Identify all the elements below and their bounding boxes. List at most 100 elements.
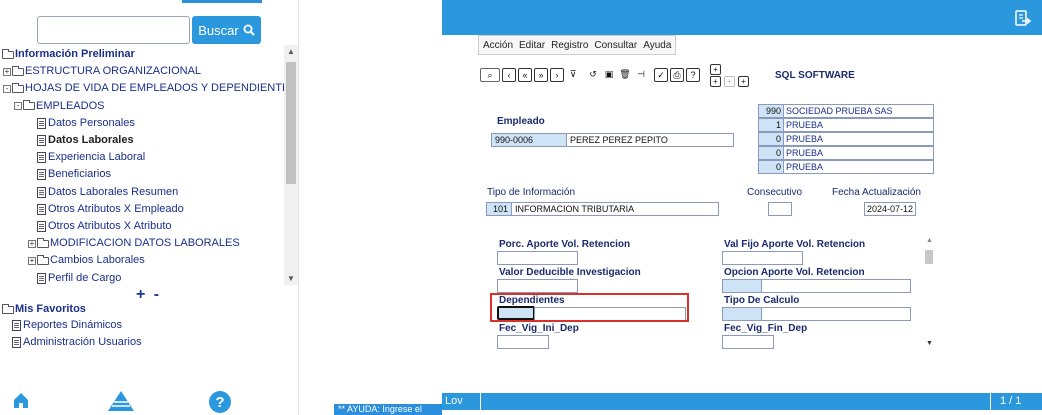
- fecha-field[interactable]: 2024-07-12: [864, 202, 916, 216]
- scroll-up-icon[interactable]: ▲: [287, 47, 295, 56]
- tree-item-label: Cambios Laborales: [50, 254, 145, 267]
- tree-item[interactable]: Información Preliminar: [2, 47, 135, 62]
- help-icon[interactable]: ?: [686, 68, 700, 82]
- help-status-bar: ** AYUDA: Ingrese el: [334, 404, 442, 415]
- expand-icon[interactable]: +: [28, 239, 36, 248]
- add-left-icon[interactable]: +: [710, 75, 721, 87]
- tipo-calculo-text-field[interactable]: [761, 307, 911, 321]
- document-icon: [37, 169, 46, 181]
- tree-scrollbar-thumb[interactable]: [286, 62, 296, 184]
- tree-item[interactable]: - EMPLEADOS: [14, 99, 104, 114]
- exit-record-icon[interactable]: ⊣: [634, 68, 648, 82]
- porc-aporte-field[interactable]: [497, 251, 578, 265]
- favorites-title[interactable]: Mis Favoritos: [2, 302, 86, 317]
- menu-consultar[interactable]: Consultar: [594, 40, 637, 51]
- expand-icon[interactable]: +: [28, 256, 36, 265]
- menu-registro[interactable]: Registro: [551, 40, 588, 51]
- fec-fin-field[interactable]: [722, 335, 774, 349]
- tree-item[interactable]: Datos Laborales: [37, 133, 134, 148]
- favorite-item[interactable]: Administración Usuarios: [12, 335, 142, 350]
- company-row-text[interactable]: PRUEBA: [784, 146, 934, 160]
- binoculars-icon[interactable]: ⌕: [480, 68, 500, 82]
- company-row-number[interactable]: 0: [758, 160, 784, 174]
- delete-icon[interactable]: 🗑: [618, 68, 632, 82]
- tree-item[interactable]: Datos Laborales Resumen: [37, 185, 178, 200]
- company-row-number[interactable]: 1: [758, 118, 784, 132]
- first-record-icon[interactable]: ‹: [502, 68, 516, 82]
- folder-open-icon: [12, 82, 24, 93]
- previous-page-icon[interactable]: «: [518, 68, 532, 82]
- tree-item[interactable]: Experiencia Laboral: [37, 150, 145, 165]
- add-icon[interactable]: +: [710, 63, 721, 75]
- fec-ini-field[interactable]: [497, 335, 549, 349]
- filter-icon[interactable]: ⊽: [566, 68, 580, 82]
- company-row-text[interactable]: PRUEBA: [784, 160, 934, 174]
- folder-open-icon: [2, 48, 14, 59]
- tree-item[interactable]: + Cambios Laborales: [28, 253, 145, 268]
- tree-item[interactable]: Otros Atributos X Empleado: [37, 202, 184, 217]
- company-row-number[interactable]: 990: [758, 104, 784, 118]
- tree-item[interactable]: + MODIFICACION DATOS LABORALES: [28, 236, 240, 251]
- opcion-aporte-text-field[interactable]: [761, 279, 911, 293]
- tree-item[interactable]: Beneficiarios: [37, 167, 111, 182]
- status-separator: [990, 393, 991, 410]
- val-fijo-field[interactable]: [722, 251, 803, 265]
- empleado-code-field[interactable]: 990-0006: [491, 133, 567, 147]
- favorite-item[interactable]: Reportes Dinámicos: [12, 318, 122, 333]
- scroll-down-icon[interactable]: ▼: [287, 274, 295, 283]
- expand-collapse-controls[interactable]: + -: [136, 286, 161, 304]
- valor-deducible-label: Valor Deducible Investigacion: [499, 267, 641, 278]
- next-record-icon[interactable]: ›: [550, 68, 564, 82]
- collapse-icon[interactable]: -: [14, 102, 22, 111]
- tree-item[interactable]: - HOJAS DE VIDA DE EMPLEADOS Y DEPENDIENT…: [3, 81, 284, 96]
- collapse-icon[interactable]: -: [3, 84, 11, 93]
- valor-deducible-field[interactable]: [497, 279, 578, 293]
- empleado-name-field[interactable]: PEREZ PEREZ PEPITO: [566, 133, 734, 147]
- fields-scrollbar-thumb[interactable]: [925, 250, 933, 264]
- record-toolbar: ⌕ ‹ « » › ⊽ ↺ ▣ 🗑 ⊣ ✓ ⎙ ? + + + +: [480, 62, 749, 88]
- fec-ini-label: Fec_Vig_Ini_Dep: [499, 323, 579, 334]
- undo-icon[interactable]: ↺: [586, 68, 600, 82]
- search-button[interactable]: Buscar: [192, 16, 261, 44]
- company-row-text[interactable]: PRUEBA: [784, 132, 934, 146]
- sql-logo-icon[interactable]: [107, 390, 135, 412]
- tipo-info-code-field[interactable]: 101: [486, 202, 512, 216]
- tree-item[interactable]: Otros Atributos X Atributo: [37, 219, 172, 234]
- tree-item[interactable]: Perfil de Cargo: [37, 271, 121, 285]
- menu-ayuda[interactable]: Ayuda: [643, 40, 671, 51]
- application-window: Acción Editar Registro Consultar Ayuda ⌕…: [442, 0, 1042, 415]
- document-icon: [37, 186, 46, 198]
- menu-editar[interactable]: Editar: [519, 40, 545, 51]
- help-circle-icon[interactable]: ?: [208, 390, 232, 414]
- tipo-info-text-field[interactable]: INFORMACION TRIBUTARIA: [511, 202, 719, 216]
- company-row: 0 PRUEBA: [758, 132, 934, 146]
- save-icon[interactable]: ▣: [602, 68, 616, 82]
- next-page-icon[interactable]: »: [534, 68, 548, 82]
- opcion-aporte-code-field[interactable]: [722, 279, 762, 293]
- expand-icon[interactable]: +: [3, 67, 11, 76]
- check-icon[interactable]: ✓: [654, 68, 668, 82]
- company-row-number[interactable]: 0: [758, 132, 784, 146]
- company-row-text[interactable]: SOCIEDAD PRUEBA SAS: [784, 104, 934, 118]
- search-input[interactable]: [37, 16, 190, 44]
- menu-accion[interactable]: Acción: [483, 40, 513, 51]
- menu-tree: Información Preliminar + ESTRUCTURA ORGANI…: [0, 45, 284, 285]
- company-row-number[interactable]: 0: [758, 146, 784, 160]
- tipo-calculo-label: Tipo De Calculo: [724, 295, 800, 306]
- document-icon: [37, 135, 46, 146]
- tipo-calculo-code-field[interactable]: [722, 307, 762, 321]
- consecutivo-field[interactable]: [768, 202, 792, 216]
- scroll-up-icon[interactable]: ▲: [926, 237, 933, 244]
- tree-item[interactable]: + ESTRUCTURA ORGANIZACIONAL: [3, 64, 201, 79]
- tree-item[interactable]: Datos Personales: [37, 116, 135, 131]
- print-icon[interactable]: ⎙: [670, 68, 684, 82]
- folder-icon: [12, 65, 24, 76]
- logout-icon[interactable]: [1014, 9, 1032, 27]
- company-row: 0 PRUEBA: [758, 146, 934, 160]
- scroll-down-icon[interactable]: ▼: [926, 340, 933, 347]
- add-right-icon[interactable]: +: [738, 75, 749, 87]
- company-row-text[interactable]: PRUEBA: [784, 118, 934, 132]
- home-icon[interactable]: [12, 390, 30, 410]
- tree-item-label: Perfil de Cargo: [48, 271, 122, 284]
- company-row: 0 PRUEBA: [758, 160, 934, 174]
